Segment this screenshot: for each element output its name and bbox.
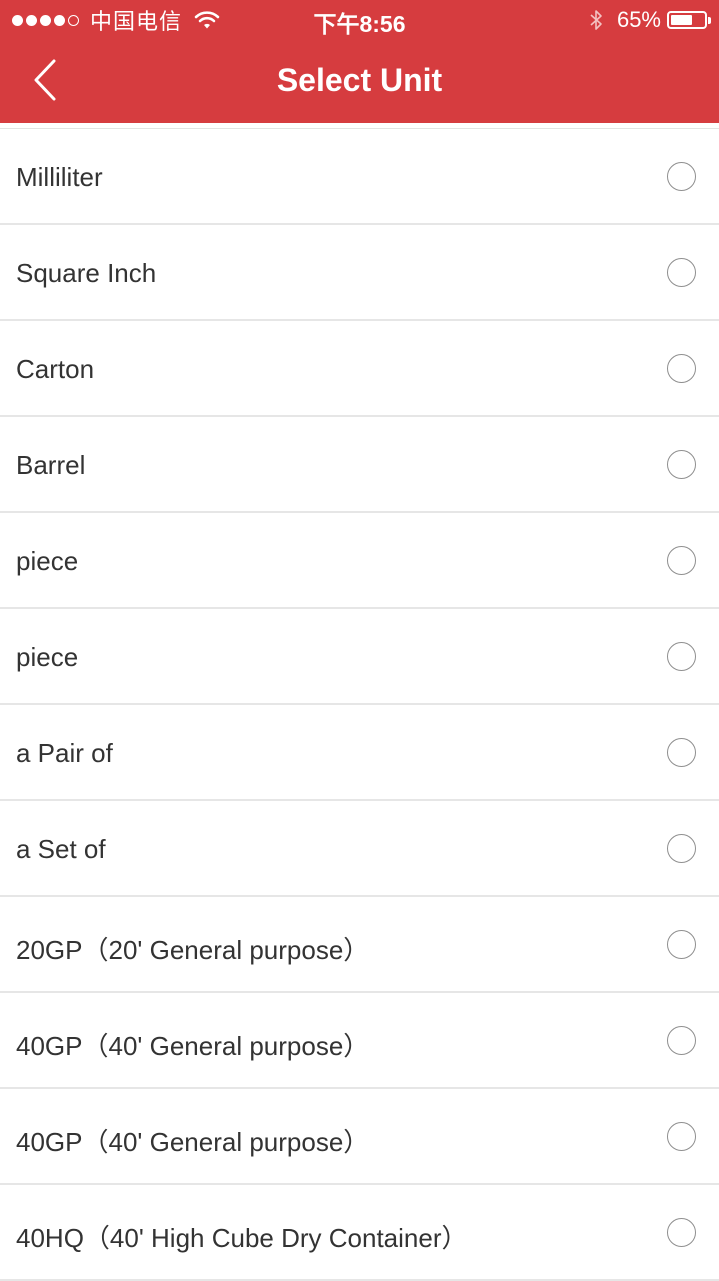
battery-icon: [667, 11, 711, 29]
unit-option-label: 40GP（40' General purpose）: [16, 1031, 370, 1061]
radio-button[interactable]: [667, 1026, 696, 1055]
radio-button[interactable]: [667, 930, 696, 959]
header: 中国电信 下午8:56 65% Select Unit: [0, 0, 719, 123]
radio-button[interactable]: [667, 738, 696, 767]
status-bar: 中国电信 下午8:56 65%: [0, 0, 719, 40]
radio-button[interactable]: [667, 1218, 696, 1247]
battery-percent: 65%: [616, 7, 661, 32]
status-right: 65%: [589, 6, 711, 34]
navigation-bar: Select Unit: [0, 40, 719, 123]
unit-option-label: Barrel: [16, 450, 86, 480]
unit-option-label: 40GP（40' General purpose）: [16, 1127, 370, 1157]
radio-button[interactable]: [667, 834, 696, 863]
unit-option[interactable]: Milliliter: [0, 129, 719, 225]
unit-option[interactable]: a Pair of: [0, 705, 719, 801]
unit-option-label: Milliliter: [16, 162, 103, 192]
unit-option[interactable]: a Set of: [0, 801, 719, 897]
radio-button[interactable]: [667, 546, 696, 575]
unit-option-label: piece: [16, 546, 79, 576]
radio-button[interactable]: [667, 1122, 696, 1151]
unit-option[interactable]: 40GP（40' General purpose）: [0, 1089, 719, 1185]
unit-option[interactable]: 40HQ（40' High Cube Dry Container）: [0, 1185, 719, 1281]
unit-option[interactable]: piece: [0, 513, 719, 609]
unit-list: Milliliter Square Inch Carton Barrel piece pi…: [0, 128, 719, 1281]
radio-button[interactable]: [667, 258, 696, 287]
unit-option-label: piece: [16, 642, 79, 672]
unit-option-label: Square Inch: [16, 258, 157, 288]
page-title: Select Unit: [276, 62, 443, 98]
unit-option[interactable]: Square Inch: [0, 225, 719, 321]
unit-option-label: a Set of: [16, 834, 106, 864]
unit-option-label: a Pair of: [16, 738, 113, 768]
radio-button[interactable]: [667, 642, 696, 671]
radio-button[interactable]: [667, 354, 696, 383]
radio-button[interactable]: [667, 450, 696, 479]
bluetooth-icon: [590, 10, 602, 30]
unit-option[interactable]: Barrel: [0, 417, 719, 513]
battery-level: [671, 15, 692, 25]
battery-nub: [708, 17, 711, 24]
unit-option-label: 40HQ（40' High Cube Dry Container）: [16, 1223, 468, 1253]
unit-option-label: Carton: [16, 354, 95, 384]
unit-option-label: 20GP（20' General purpose）: [16, 935, 370, 965]
radio-button[interactable]: [667, 162, 696, 191]
unit-option[interactable]: piece: [0, 609, 719, 705]
unit-option[interactable]: 40GP（40' General purpose）: [0, 993, 719, 1089]
unit-option[interactable]: Carton: [0, 321, 719, 417]
unit-option[interactable]: 20GP（20' General purpose）: [0, 897, 719, 993]
